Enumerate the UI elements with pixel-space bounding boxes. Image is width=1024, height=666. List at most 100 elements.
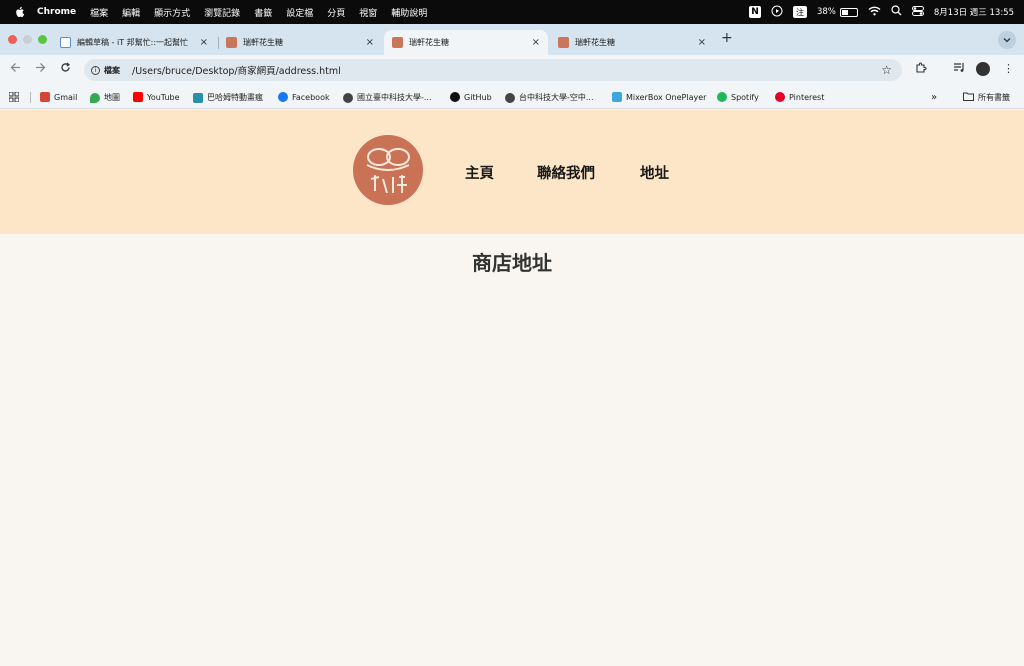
bookmark-label: Spotify	[731, 92, 759, 102]
window-controls	[8, 35, 47, 44]
menu-bookmarks[interactable]: 書籤	[254, 6, 272, 19]
bookmark-spotify[interactable]: Spotify	[717, 92, 759, 102]
all-bookmarks-folder[interactable]: 所有書籤	[963, 92, 1010, 103]
zoom-window-button[interactable]	[38, 35, 47, 44]
tab-peanut-candy-active[interactable]: 瑞軒花生糖 ×	[384, 30, 548, 55]
bookmark-nutc-online[interactable]: 台中科技大學-空中...	[505, 92, 594, 103]
spotlight-search-icon[interactable]	[891, 5, 902, 19]
nav-home-link[interactable]: 主頁	[465, 162, 494, 183]
peanut-candy-favicon	[558, 37, 569, 48]
peanut-logo-graphic	[366, 148, 410, 194]
bookmark-label: YouTube	[147, 92, 180, 102]
bookmarks-bar: Gmail 地圖 YouTube 巴哈姆特動畫瘋 Facebook 國立臺中科技…	[0, 85, 1024, 109]
bookmark-facebook[interactable]: Facebook	[278, 92, 330, 102]
tab-close-icon[interactable]: ×	[200, 37, 208, 48]
bookmark-divider	[30, 92, 31, 103]
bookmark-label: MixerBox OnePlayer	[626, 92, 707, 102]
folder-icon	[963, 92, 974, 103]
more-bookmarks-chevron-icon[interactable]: »	[931, 92, 937, 103]
peanut-candy-favicon	[226, 37, 237, 48]
bookmark-youtube[interactable]: YouTube	[133, 92, 180, 102]
extensions-puzzle-icon[interactable]	[915, 62, 927, 77]
bookmark-label: 國立臺中科技大學-...	[357, 93, 432, 102]
itbang-favicon	[60, 37, 71, 48]
site-header: 主頁 聯絡我們 地址	[0, 110, 1024, 234]
menu-bar-clock[interactable]: 8月13日 週三 13:55	[934, 6, 1014, 18]
bookmark-gmail[interactable]: Gmail	[40, 92, 77, 102]
menu-profiles[interactable]: 設定檔	[286, 6, 313, 19]
bookmark-star-icon[interactable]: ☆	[881, 63, 892, 77]
menu-file[interactable]: 檔案	[90, 6, 108, 19]
tab-close-icon[interactable]: ×	[366, 37, 374, 48]
gmail-icon	[40, 92, 50, 102]
url-text[interactable]: /Users/bruce/Desktop/商家網頁/address.html	[132, 63, 341, 77]
globe-icon	[505, 92, 515, 103]
menu-window[interactable]: 視窗	[359, 6, 377, 19]
forward-arrow-icon[interactable]	[35, 62, 46, 76]
nav-contact-link[interactable]: 聯絡我們	[537, 162, 595, 183]
macos-menu-bar: Chrome 檔案 編輯 顯示方式 瀏覽記錄 書籤 設定檔 分頁 視窗 輔助說明…	[0, 0, 1024, 24]
mixerbox-icon	[612, 92, 622, 102]
youtube-icon	[133, 92, 143, 102]
menu-view[interactable]: 顯示方式	[154, 6, 190, 19]
nav-address-link[interactable]: 地址	[640, 162, 669, 183]
chrome-menu-icon[interactable]: ⋮	[1003, 62, 1014, 75]
minimize-window-button[interactable]	[23, 35, 32, 44]
apps-grid-icon[interactable]	[9, 92, 19, 102]
bahamut-icon	[193, 92, 203, 103]
bookmark-pinterest[interactable]: Pinterest	[775, 92, 824, 102]
bookmark-nutc[interactable]: 國立臺中科技大學-...	[343, 92, 432, 103]
url-scheme-chip[interactable]: 檔案	[104, 65, 120, 76]
tab-title: 瑞軒花生糖	[409, 38, 449, 47]
tab-close-icon[interactable]: ×	[698, 37, 706, 48]
notion-icon[interactable]: N	[748, 6, 761, 18]
menu-chrome[interactable]: Chrome	[37, 7, 76, 17]
tab-peanut-candy-1[interactable]: 瑞軒花生糖 ×	[218, 30, 382, 55]
menu-help[interactable]: 輔助說明	[391, 6, 427, 19]
apple-icon[interactable]	[13, 6, 27, 18]
input-method-icon[interactable]: 注	[792, 6, 807, 18]
spotify-icon	[717, 92, 727, 102]
pinterest-icon	[775, 92, 785, 102]
bookmark-mixerbox[interactable]: MixerBox OnePlayer	[612, 92, 706, 102]
bookmark-maps[interactable]: 地圖	[90, 92, 120, 103]
back-arrow-icon[interactable]	[10, 62, 21, 76]
bookmark-label: 巴哈姆特動畫瘋	[207, 93, 263, 102]
site-info-icon[interactable]: i	[91, 65, 100, 75]
tab-title: 瑞軒花生糖	[243, 38, 283, 47]
menu-edit[interactable]: 編輯	[122, 6, 140, 19]
media-controls-icon[interactable]	[953, 62, 965, 76]
bookmark-label: 所有書籤	[978, 93, 1010, 102]
browser-toolbar: i 檔案 /Users/bruce/Desktop/商家網頁/address.h…	[0, 55, 1024, 85]
bookmark-label: Gmail	[54, 92, 78, 102]
battery-percent: 38%	[816, 7, 836, 17]
new-tab-plus-icon[interactable]: +	[721, 30, 733, 46]
battery-status[interactable]: 38%	[817, 7, 858, 17]
battery-icon	[839, 7, 858, 17]
close-window-button[interactable]	[8, 35, 17, 44]
tab-peanut-candy-3[interactable]: 瑞軒花生糖 ×	[550, 30, 714, 55]
tab-close-icon[interactable]: ×	[532, 37, 540, 48]
bookmark-label: Pinterest	[789, 92, 825, 102]
wifi-icon[interactable]	[868, 6, 881, 19]
globe-icon	[343, 92, 353, 103]
bookmark-label: 地圖	[104, 93, 120, 102]
shop-logo[interactable]	[353, 135, 423, 205]
menu-tab[interactable]: 分頁	[327, 6, 345, 19]
play-icon[interactable]	[771, 5, 783, 20]
bookmark-github[interactable]: GitHub	[450, 92, 492, 102]
address-bar[interactable]: i 檔案 /Users/bruce/Desktop/商家網頁/address.h…	[84, 59, 902, 81]
menu-bar-status-area: N 注 38% 8月13日 週三 13:55	[748, 0, 1014, 24]
profile-avatar[interactable]	[976, 62, 990, 76]
bookmark-label: GitHub	[464, 92, 492, 102]
control-center-icon[interactable]	[911, 5, 924, 19]
page-title: 商店地址	[472, 251, 552, 275]
reload-icon[interactable]	[60, 62, 71, 76]
tab-search-chevron-icon[interactable]	[998, 31, 1016, 49]
bookmark-bahamut-anime[interactable]: 巴哈姆特動畫瘋	[193, 92, 263, 103]
maps-pin-icon	[90, 92, 100, 103]
tab-itbang-draft[interactable]: 編輯草稿 - iT 邦幫忙::一起幫忙 ×	[52, 30, 216, 55]
tab-title: 瑞軒花生糖	[575, 38, 615, 47]
github-icon	[450, 92, 460, 102]
menu-history[interactable]: 瀏覽記錄	[204, 6, 240, 19]
